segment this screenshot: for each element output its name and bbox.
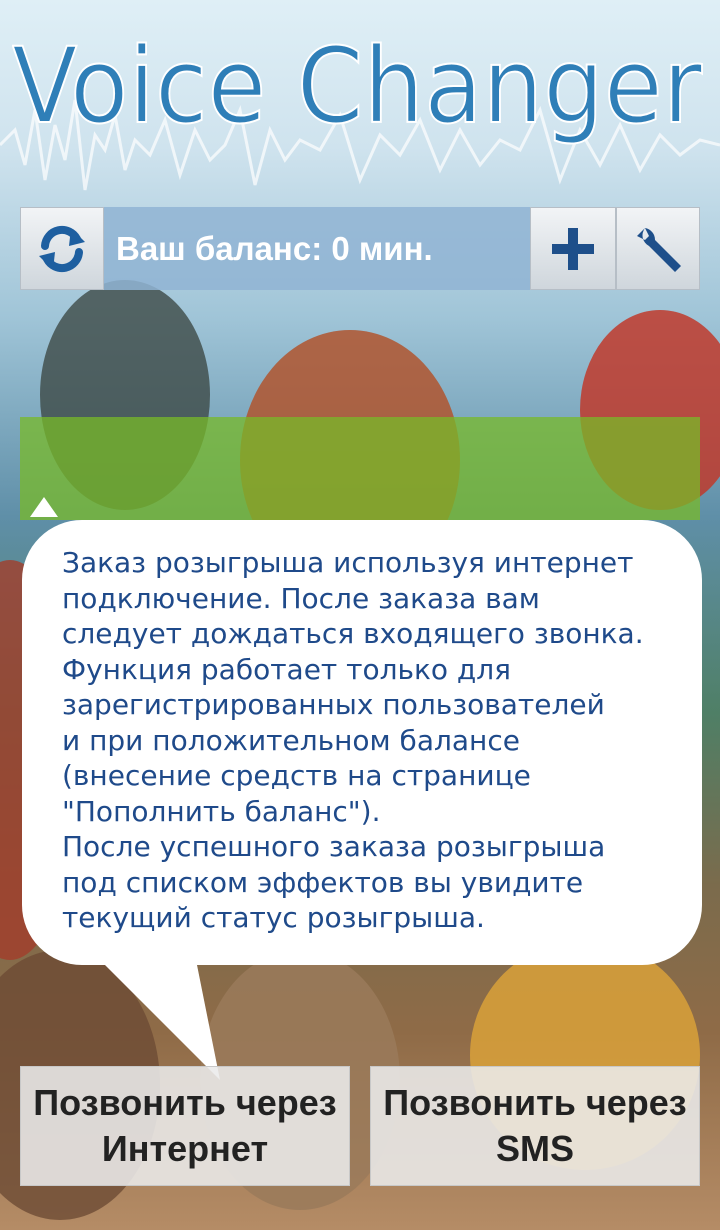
balance-toolbar: Ваш баланс: 0 мин. [20, 207, 700, 290]
call-via-sms-button[interactable]: Позвонить через SMS [370, 1066, 700, 1186]
call-sms-line1: Позвонить через [383, 1082, 687, 1123]
refresh-icon [39, 225, 85, 272]
wrench-icon [637, 227, 681, 272]
call-sms-line2: SMS [495, 1128, 574, 1169]
settings-button[interactable] [616, 207, 700, 290]
call-internet-line1: Позвонить через [33, 1082, 337, 1123]
info-text: Заказ розыгрыша используя интернет подкл… [62, 546, 644, 934]
add-balance-button[interactable] [530, 207, 616, 290]
call-via-internet-button[interactable]: Позвонить через Интернет [20, 1066, 350, 1186]
refresh-button[interactable] [20, 207, 104, 290]
bubble-pointer [30, 497, 58, 517]
app-title: Voice Changer [11, 10, 712, 160]
plus-icon [552, 227, 594, 270]
balance-label: Ваш баланс: 0 мин. [104, 207, 550, 290]
call-internet-line2: Интернет [101, 1128, 269, 1169]
app-title-text: Voice Changer [12, 25, 702, 147]
green-highlight-strip [20, 417, 700, 520]
